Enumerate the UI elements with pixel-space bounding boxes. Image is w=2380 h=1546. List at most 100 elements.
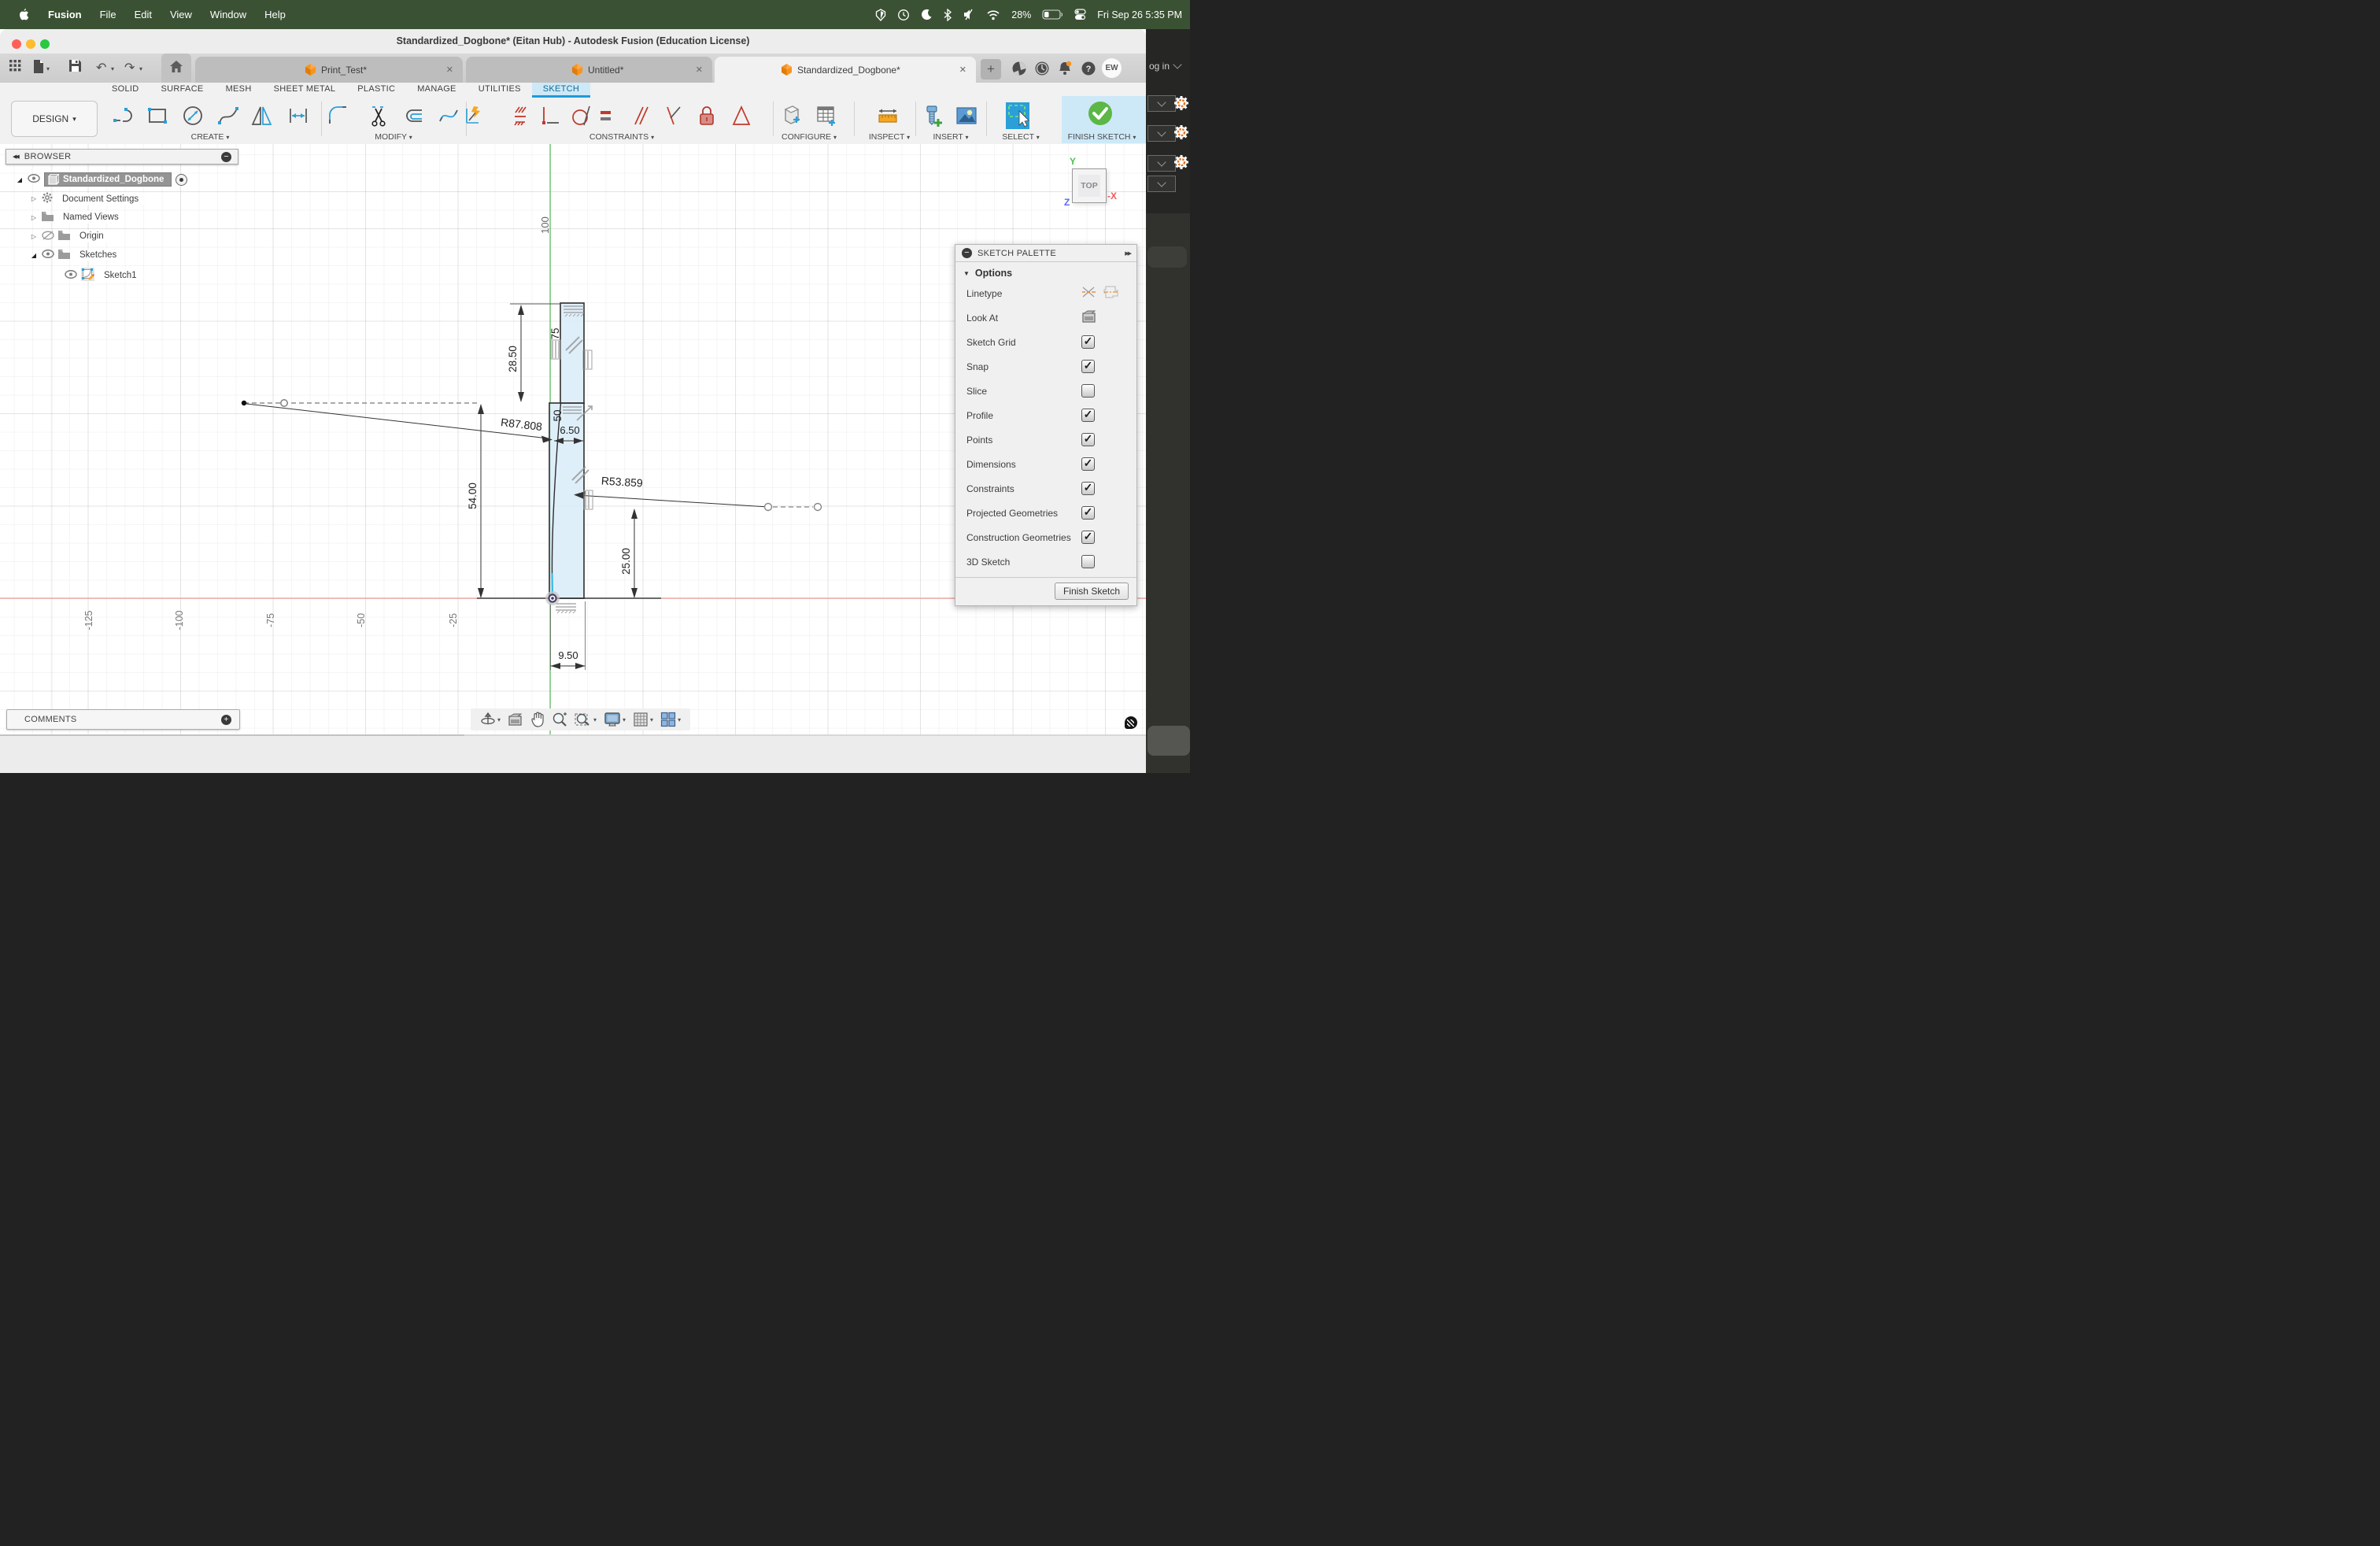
- user-avatar[interactable]: EW: [1102, 58, 1122, 78]
- notifications-bell-icon[interactable]: [1055, 59, 1074, 77]
- browser-node-document-settings[interactable]: ▷ Document Settings: [30, 192, 144, 205]
- checkbox[interactable]: ✓: [1081, 409, 1095, 422]
- expand-panel-icon[interactable]: ▶▶: [1125, 250, 1130, 257]
- selected-root-item[interactable]: Standardized_Dogbone: [44, 172, 172, 187]
- menu-app[interactable]: Fusion: [48, 9, 82, 20]
- tab-utilities[interactable]: UTILITIES: [468, 83, 532, 98]
- menu-view[interactable]: View: [170, 9, 192, 20]
- equal-constraint-icon[interactable]: [596, 104, 619, 128]
- minimize-panel-icon[interactable]: −: [962, 248, 972, 258]
- redo-caret[interactable]: ▾: [139, 65, 142, 72]
- bluetooth-icon[interactable]: [944, 9, 952, 21]
- group-inspect[interactable]: INSPECT ▾: [869, 132, 910, 142]
- circle-tool-icon[interactable]: [181, 104, 205, 128]
- menubar-clock[interactable]: Fri Sep 26 5:35 PM: [1097, 9, 1182, 20]
- dimension-tool-icon[interactable]: [286, 104, 310, 128]
- menu-file[interactable]: File: [100, 9, 116, 20]
- fix-constraint-icon[interactable]: [695, 104, 719, 128]
- tab-mesh[interactable]: MESH: [215, 83, 263, 98]
- finish-sketch-button[interactable]: Finish Sketch: [1055, 583, 1129, 600]
- configuration-table-icon[interactable]: [815, 104, 838, 128]
- apple-icon[interactable]: [18, 8, 30, 21]
- view-cube-face[interactable]: TOP: [1078, 175, 1100, 197]
- parallel-constraint-icon[interactable]: [627, 104, 651, 128]
- mute-icon[interactable]: [963, 9, 975, 20]
- browser-node-sketch1[interactable]: Sketch1: [65, 268, 142, 283]
- grid-settings-tool[interactable]: ▾: [633, 712, 653, 727]
- dimension-r53[interactable]: R53.859: [574, 474, 822, 510]
- viewports-tool[interactable]: ▾: [660, 712, 681, 727]
- menu-edit[interactable]: Edit: [135, 9, 152, 20]
- tab-sheet-metal[interactable]: SHEET METAL: [263, 83, 347, 98]
- tangent-constraint-icon[interactable]: [570, 104, 593, 128]
- mirror-tool-icon[interactable]: [250, 104, 274, 128]
- tab-solid[interactable]: SOLID: [101, 83, 150, 98]
- focus-moon-icon[interactable]: [921, 9, 933, 20]
- finish-sketch-icon[interactable]: [1087, 100, 1111, 124]
- workspace-selector[interactable]: DESIGN▾: [11, 101, 98, 137]
- orbit-tool[interactable]: ▾: [480, 712, 501, 727]
- group-configure[interactable]: CONFIGURE ▾: [782, 132, 837, 142]
- menu-window[interactable]: Window: [210, 9, 246, 20]
- construction-linetype-icon[interactable]: [1081, 285, 1097, 301]
- vertical-horizontal-constraint-icon[interactable]: [538, 104, 561, 128]
- group-constraints[interactable]: CONSTRAINTS ▾: [589, 132, 654, 142]
- home-tab[interactable]: [161, 54, 191, 83]
- display-settings-tool[interactable]: ▾: [604, 712, 626, 727]
- close-tab-icon[interactable]: ✕: [686, 65, 712, 75]
- insert-fastener-icon[interactable]: [921, 104, 944, 128]
- extensions-icon[interactable]: [1010, 59, 1028, 77]
- tree-closed-icon[interactable]: ▷: [30, 233, 38, 240]
- slot-tool-icon[interactable]: [113, 104, 136, 128]
- browser-node-origin[interactable]: ▷ Origin: [30, 230, 109, 242]
- new-document-caret[interactable]: ▾: [46, 65, 50, 72]
- add-comment-icon[interactable]: +: [221, 715, 231, 725]
- tree-closed-icon[interactable]: ▷: [30, 195, 38, 202]
- browser-header[interactable]: ◀◀ BROWSER −: [6, 149, 238, 165]
- sketch-point[interactable]: [765, 504, 772, 511]
- comments-bar[interactable]: COMMENTS +: [6, 709, 240, 730]
- offset-tool-icon[interactable]: [403, 104, 427, 128]
- checkbox[interactable]: ✓: [1081, 506, 1095, 520]
- fillet-tool-icon[interactable]: [327, 104, 350, 128]
- help-icon[interactable]: ?: [1079, 59, 1097, 77]
- sketch-point[interactable]: [815, 504, 822, 511]
- menu-help[interactable]: Help: [264, 9, 286, 20]
- visibility-eye-icon[interactable]: [65, 270, 77, 281]
- dim-label-75[interactable]: 75: [549, 327, 561, 339]
- tab-standardized-dogbone[interactable]: Standardized_Dogbone* ✕: [715, 57, 976, 83]
- new-document-icon[interactable]: [33, 60, 44, 77]
- checkbox[interactable]: ✓: [1081, 335, 1095, 349]
- curve-tool-icon[interactable]: [437, 104, 460, 128]
- profile-geometry[interactable]: [549, 303, 584, 598]
- dimension-25[interactable]: 25.00: [620, 509, 638, 598]
- checkbox[interactable]: ✓: [1081, 457, 1095, 471]
- undo-icon[interactable]: ↶: [96, 60, 106, 76]
- group-insert[interactable]: INSERT ▾: [933, 132, 968, 142]
- view-cube[interactable]: TOP: [1072, 168, 1107, 203]
- browser-node-sketches[interactable]: ◢ Sketches: [30, 249, 122, 261]
- group-modify[interactable]: MODIFY ▾: [375, 132, 412, 142]
- visibility-eye-icon[interactable]: [42, 250, 54, 261]
- palette-header[interactable]: − SKETCH PALETTE ▶▶: [955, 245, 1136, 262]
- perpendicular-constraint-icon[interactable]: [661, 104, 685, 128]
- palette-options-section[interactable]: ▼ Options: [955, 262, 1136, 281]
- feedback-icon[interactable]: [1125, 716, 1137, 729]
- tab-plastic[interactable]: PLASTIC: [346, 83, 406, 98]
- tab-manage[interactable]: MANAGE: [406, 83, 467, 98]
- wifi-icon[interactable]: [986, 9, 1000, 20]
- shield-icon[interactable]: [875, 9, 886, 21]
- tab-sketch[interactable]: SKETCH: [532, 83, 590, 98]
- coincident-constraint-icon[interactable]: [508, 104, 532, 128]
- symmetry-constraint-icon[interactable]: [730, 104, 753, 128]
- group-create[interactable]: CREATE ▾: [191, 132, 230, 142]
- dimension-9-50[interactable]: 9.50: [551, 601, 586, 670]
- checkbox[interactable]: ✓: [1081, 360, 1095, 373]
- tab-untitled[interactable]: Untitled* ✕: [466, 57, 712, 83]
- app-grid-icon[interactable]: [9, 60, 21, 76]
- zoom-tool[interactable]: [552, 712, 567, 727]
- tree-closed-icon[interactable]: ▷: [30, 214, 38, 221]
- dim-label-50[interactable]: 50: [552, 409, 564, 421]
- activate-component-radio[interactable]: [176, 174, 187, 186]
- new-tab-button[interactable]: +: [981, 59, 1001, 80]
